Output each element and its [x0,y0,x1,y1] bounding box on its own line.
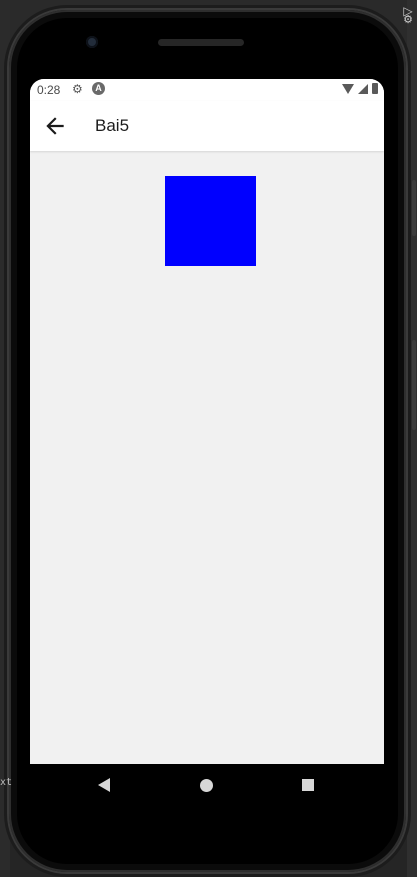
nav-recents-icon[interactable] [302,779,314,791]
ide-left-text-fragment: xt [0,777,13,788]
wifi-icon [342,83,354,94]
battery-icon [372,83,378,94]
arrow-left-icon[interactable] [42,113,68,139]
screen-title: Bai5 [95,116,130,135]
nav-home-icon[interactable] [200,779,213,792]
device-screen: 0:28 ⚙ A Bai5 [30,79,384,764]
blue-square [165,176,256,266]
front-camera [86,36,98,48]
app-a-icon: A [92,82,105,95]
emulator-stage: ▷ ⚙ 0:28 ⚙ A Bai5 xt [0,0,417,877]
volume-button[interactable] [412,180,416,236]
navigation-bar [30,764,384,808]
nav-back-icon[interactable] [98,778,110,792]
earpiece-speaker [158,39,244,46]
power-button[interactable] [412,340,416,430]
settings-icon[interactable]: ⚙ [402,14,414,26]
status-bar: 0:28 ⚙ A [30,79,384,101]
app-bar: Bai5 [30,101,384,151]
status-indicators [342,83,378,94]
signal-icon [358,83,368,94]
status-time: 0:28 [37,83,61,97]
gear-icon: ⚙ [72,82,83,96]
ide-right-panel [407,0,417,877]
back-arrow-svg [46,117,64,135]
